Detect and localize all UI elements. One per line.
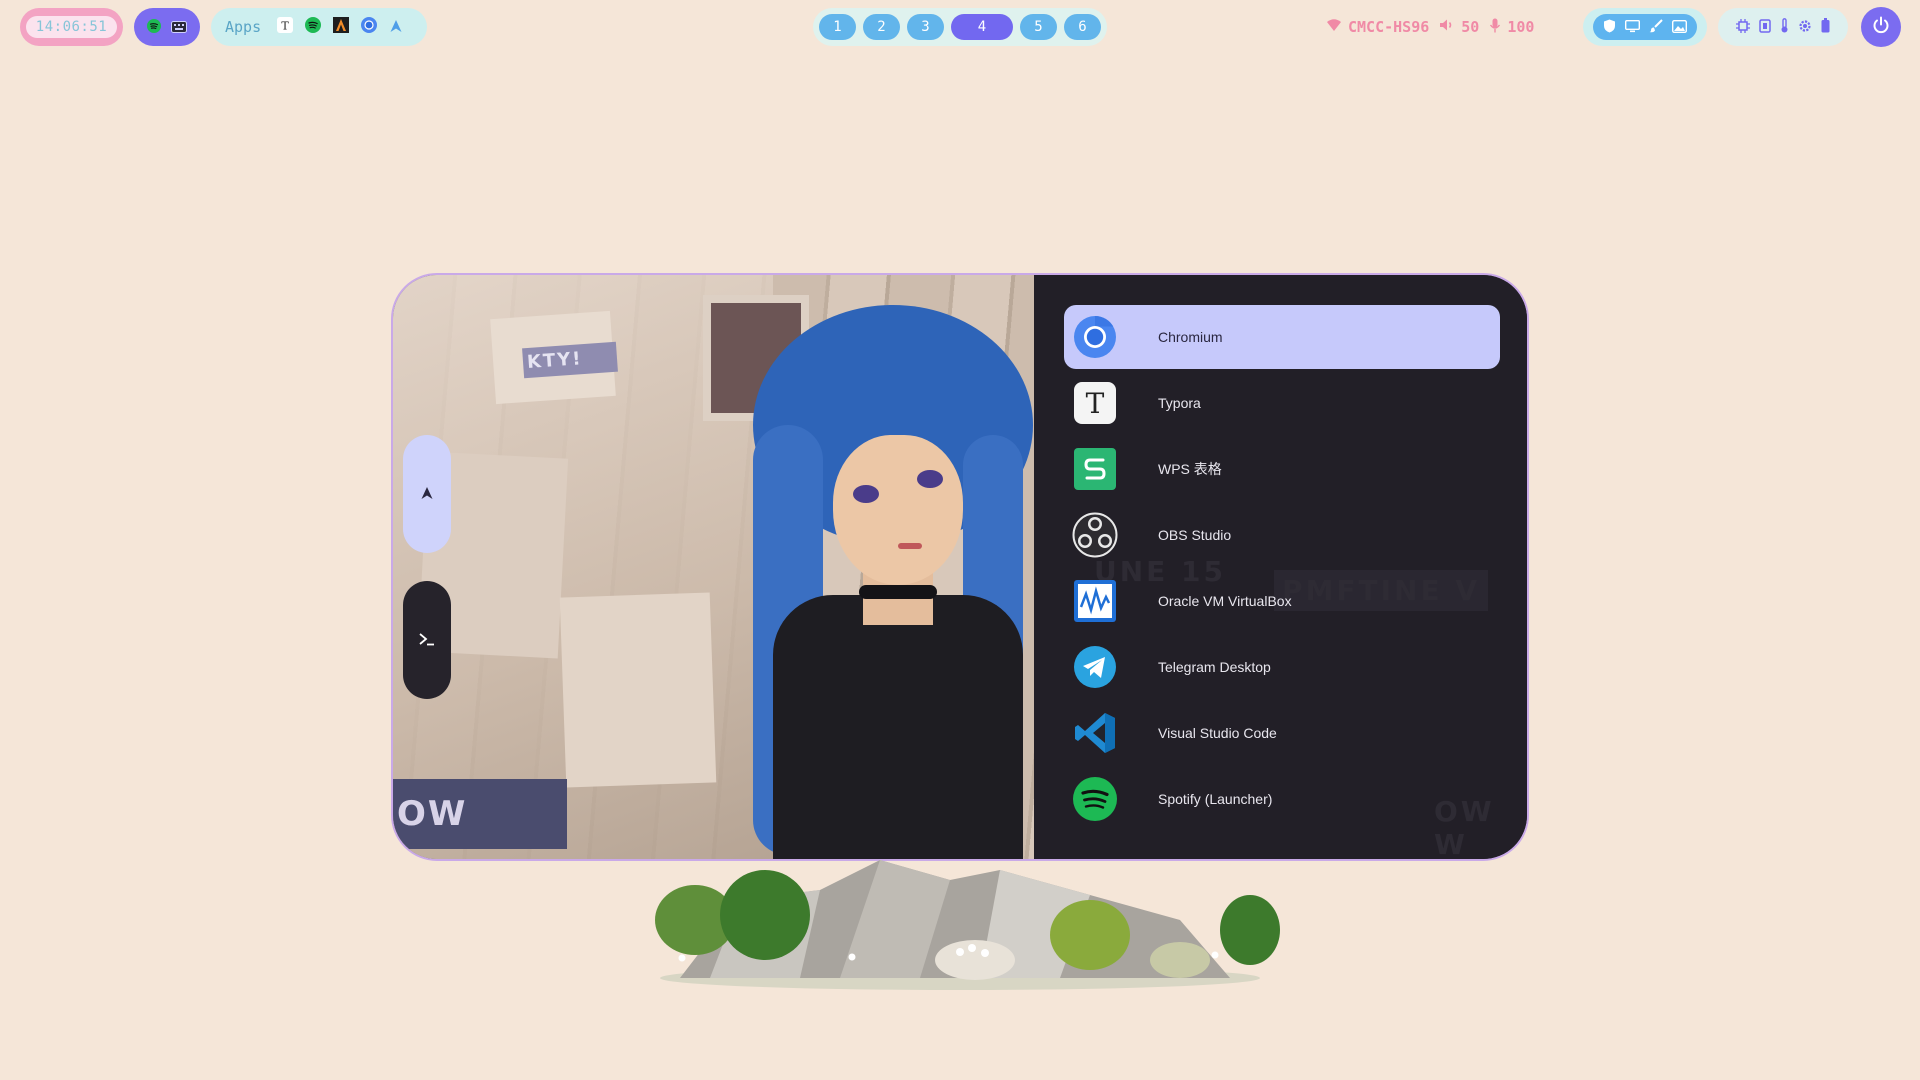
artwork-banner-text: OW WAT xyxy=(393,779,567,849)
chromium-taskbar-icon[interactable] xyxy=(361,17,378,37)
app-item-vscode[interactable]: Visual Studio Code xyxy=(1064,701,1500,765)
app-name: Chromium xyxy=(1158,329,1223,345)
wps-spreadsheet-icon xyxy=(1072,446,1118,492)
microphone-icon xyxy=(1489,18,1501,37)
pinned-apps: Apps T xyxy=(211,8,427,46)
app-name: OBS Studio xyxy=(1158,527,1232,543)
spotify-icon xyxy=(1072,776,1118,822)
cpu-icon[interactable] xyxy=(1736,18,1750,37)
network-indicator[interactable]: CMCC-HS96 xyxy=(1326,18,1429,36)
app-name: Telegram Desktop xyxy=(1158,659,1271,675)
speaker-icon xyxy=(1439,18,1455,36)
virtualbox-icon xyxy=(1072,578,1118,624)
arch-icon xyxy=(420,485,434,504)
svg-text:T: T xyxy=(1086,387,1105,420)
app-item-virtualbox[interactable]: Oracle VM VirtualBox xyxy=(1064,569,1500,633)
memory-icon[interactable] xyxy=(1759,18,1771,37)
app-name: Spotify (Launcher) xyxy=(1158,791,1273,807)
terminal-icon xyxy=(418,631,436,650)
clock-widget[interactable]: 14:06:51 xyxy=(20,8,123,46)
app-item-obs-studio[interactable]: OBS Studio xyxy=(1064,503,1500,567)
chromium-icon xyxy=(1072,314,1118,360)
app-name: Visual Studio Code xyxy=(1158,725,1277,741)
app-item-chromium[interactable]: Chromium xyxy=(1064,305,1500,369)
svg-text:T: T xyxy=(281,20,289,33)
system-tray xyxy=(134,8,200,46)
clock-time: 14:06:51 xyxy=(25,16,118,38)
workspace-switcher: 1 2 3 4 5 6 xyxy=(813,8,1107,46)
shield-icon[interactable] xyxy=(1603,18,1616,37)
alacritty-taskbar-icon[interactable] xyxy=(333,17,350,37)
keyboard-tray-icon[interactable] xyxy=(171,18,187,37)
workspace-4-button[interactable]: 4 xyxy=(951,14,1013,40)
battery-icon[interactable] xyxy=(1821,17,1830,37)
mic-value: 100 xyxy=(1507,18,1535,36)
status-indicators: CMCC-HS96 50 100 xyxy=(1326,8,1576,46)
app-item-telegram[interactable]: Telegram Desktop xyxy=(1064,635,1500,699)
app-name: Typora xyxy=(1158,395,1201,411)
app-list: UNE 15 PMFTINE V OW W Chromium T Typora … xyxy=(1034,275,1527,859)
power-icon xyxy=(1872,16,1890,38)
monitor-icon[interactable] xyxy=(1624,18,1641,37)
vscode-icon xyxy=(1072,710,1118,756)
workspace-6-button[interactable]: 6 xyxy=(1064,14,1101,40)
obs-icon xyxy=(1072,512,1118,558)
power-button[interactable] xyxy=(1861,7,1901,47)
launcher-artwork: KTY! OW WAT xyxy=(393,275,1034,859)
workspace-5-button[interactable]: 5 xyxy=(1020,14,1057,40)
app-item-spotify[interactable]: Spotify (Launcher) xyxy=(1064,767,1500,831)
typora-icon: T xyxy=(1072,380,1118,426)
workspace-3-button[interactable]: 3 xyxy=(907,14,944,40)
app-launcher: KTY! OW WAT UNE 15 PMFTINE V OW W xyxy=(391,273,1529,861)
apps-label[interactable]: Apps xyxy=(225,18,261,36)
landscape-decoration xyxy=(620,860,1300,1010)
arch-menu-button[interactable] xyxy=(403,435,451,553)
app-name: Oracle VM VirtualBox xyxy=(1158,593,1292,609)
thermometer-icon[interactable] xyxy=(1780,17,1789,37)
app-item-wps-spreadsheet[interactable]: WPS 表格 xyxy=(1064,437,1500,501)
telegram-icon xyxy=(1072,644,1118,690)
image-icon[interactable] xyxy=(1671,18,1688,37)
brush-icon[interactable] xyxy=(1649,18,1663,37)
network-name: CMCC-HS96 xyxy=(1348,18,1430,36)
typora-taskbar-icon[interactable]: T xyxy=(277,17,294,37)
spotify-tray-icon[interactable] xyxy=(147,18,161,37)
workspace-1-button[interactable]: 1 xyxy=(819,14,856,40)
system-monitors xyxy=(1718,8,1848,46)
quick-actions xyxy=(1583,8,1707,46)
volume-indicator[interactable]: 50 xyxy=(1439,18,1479,36)
wifi-icon xyxy=(1326,18,1342,36)
arch-taskbar-icon[interactable] xyxy=(389,18,403,37)
microphone-indicator[interactable]: 100 xyxy=(1489,18,1534,37)
spotify-taskbar-icon[interactable] xyxy=(305,17,322,37)
workspace-2-button[interactable]: 2 xyxy=(863,14,900,40)
app-item-typora[interactable]: T Typora xyxy=(1064,371,1500,435)
terminal-button[interactable] xyxy=(403,581,451,699)
settings-gear-icon[interactable] xyxy=(1798,18,1812,37)
volume-value: 50 xyxy=(1461,18,1480,36)
app-name: WPS 表格 xyxy=(1158,461,1222,477)
